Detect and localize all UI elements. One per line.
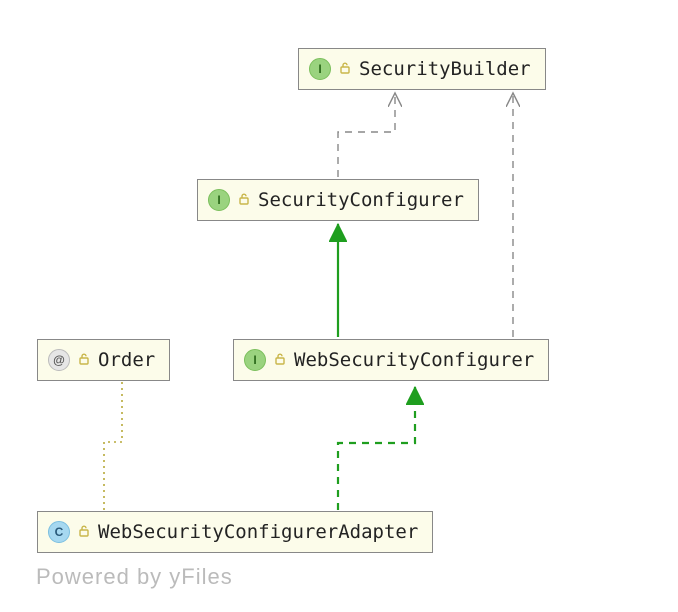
node-security-builder[interactable]: I SecurityBuilder xyxy=(298,48,546,90)
unlock-icon xyxy=(273,352,287,369)
node-label: WebSecurityConfigurer xyxy=(294,349,534,371)
interface-badge-icon: I xyxy=(309,58,331,80)
unlock-icon xyxy=(237,192,251,209)
node-label: WebSecurityConfigurerAdapter xyxy=(98,521,418,543)
node-label: Order xyxy=(98,349,155,371)
edge-webSecurityConfigurerAdapter-to-webSecurityConfigurer xyxy=(338,387,415,510)
unlock-icon xyxy=(338,61,352,78)
node-web-security-configurer-adapter[interactable]: C WebSecurityConfigurerAdapter xyxy=(37,511,433,553)
node-label: SecurityBuilder xyxy=(359,58,531,80)
unlock-icon xyxy=(77,352,91,369)
edge-securityConfigurer-to-securityBuilder xyxy=(338,93,395,177)
unlock-icon xyxy=(77,524,91,541)
interface-badge-icon: I xyxy=(208,189,230,211)
node-order[interactable]: @ Order xyxy=(37,339,170,381)
node-web-security-configurer[interactable]: I WebSecurityConfigurer xyxy=(233,339,549,381)
node-security-configurer[interactable]: I SecurityConfigurer xyxy=(197,179,479,221)
footer-attribution: Powered by yFiles xyxy=(36,564,233,590)
annotation-badge-icon: @ xyxy=(48,349,70,371)
class-badge-icon: C xyxy=(48,521,70,543)
edge-webSecurityConfigurerAdapter-to-order xyxy=(104,382,122,510)
node-label: SecurityConfigurer xyxy=(258,189,464,211)
interface-badge-icon: I xyxy=(244,349,266,371)
